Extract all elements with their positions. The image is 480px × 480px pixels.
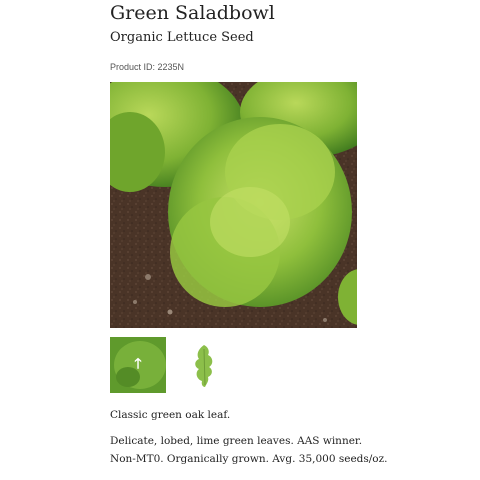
thumbnail-photo[interactable]: 🡑 [110, 337, 166, 393]
product-title: Green Saladbowl [110, 2, 275, 24]
thumbnail-leaf[interactable] [176, 337, 232, 393]
up-arrow-icon: 🡑 [134, 356, 142, 372]
main-product-image [110, 82, 357, 328]
product-subtitle: Organic Lettuce Seed [110, 30, 254, 45]
description-line-1: Delicate, lobed, lime green leaves. AAS … [110, 435, 363, 447]
lettuce-leaf-thumbnail-image [176, 337, 232, 393]
short-description: Classic green oak leaf. [110, 409, 231, 421]
description-line-2: Non-MT0. Organically grown. Avg. 35,000 … [110, 453, 388, 465]
product-id: Product ID: 2235N [110, 62, 185, 72]
